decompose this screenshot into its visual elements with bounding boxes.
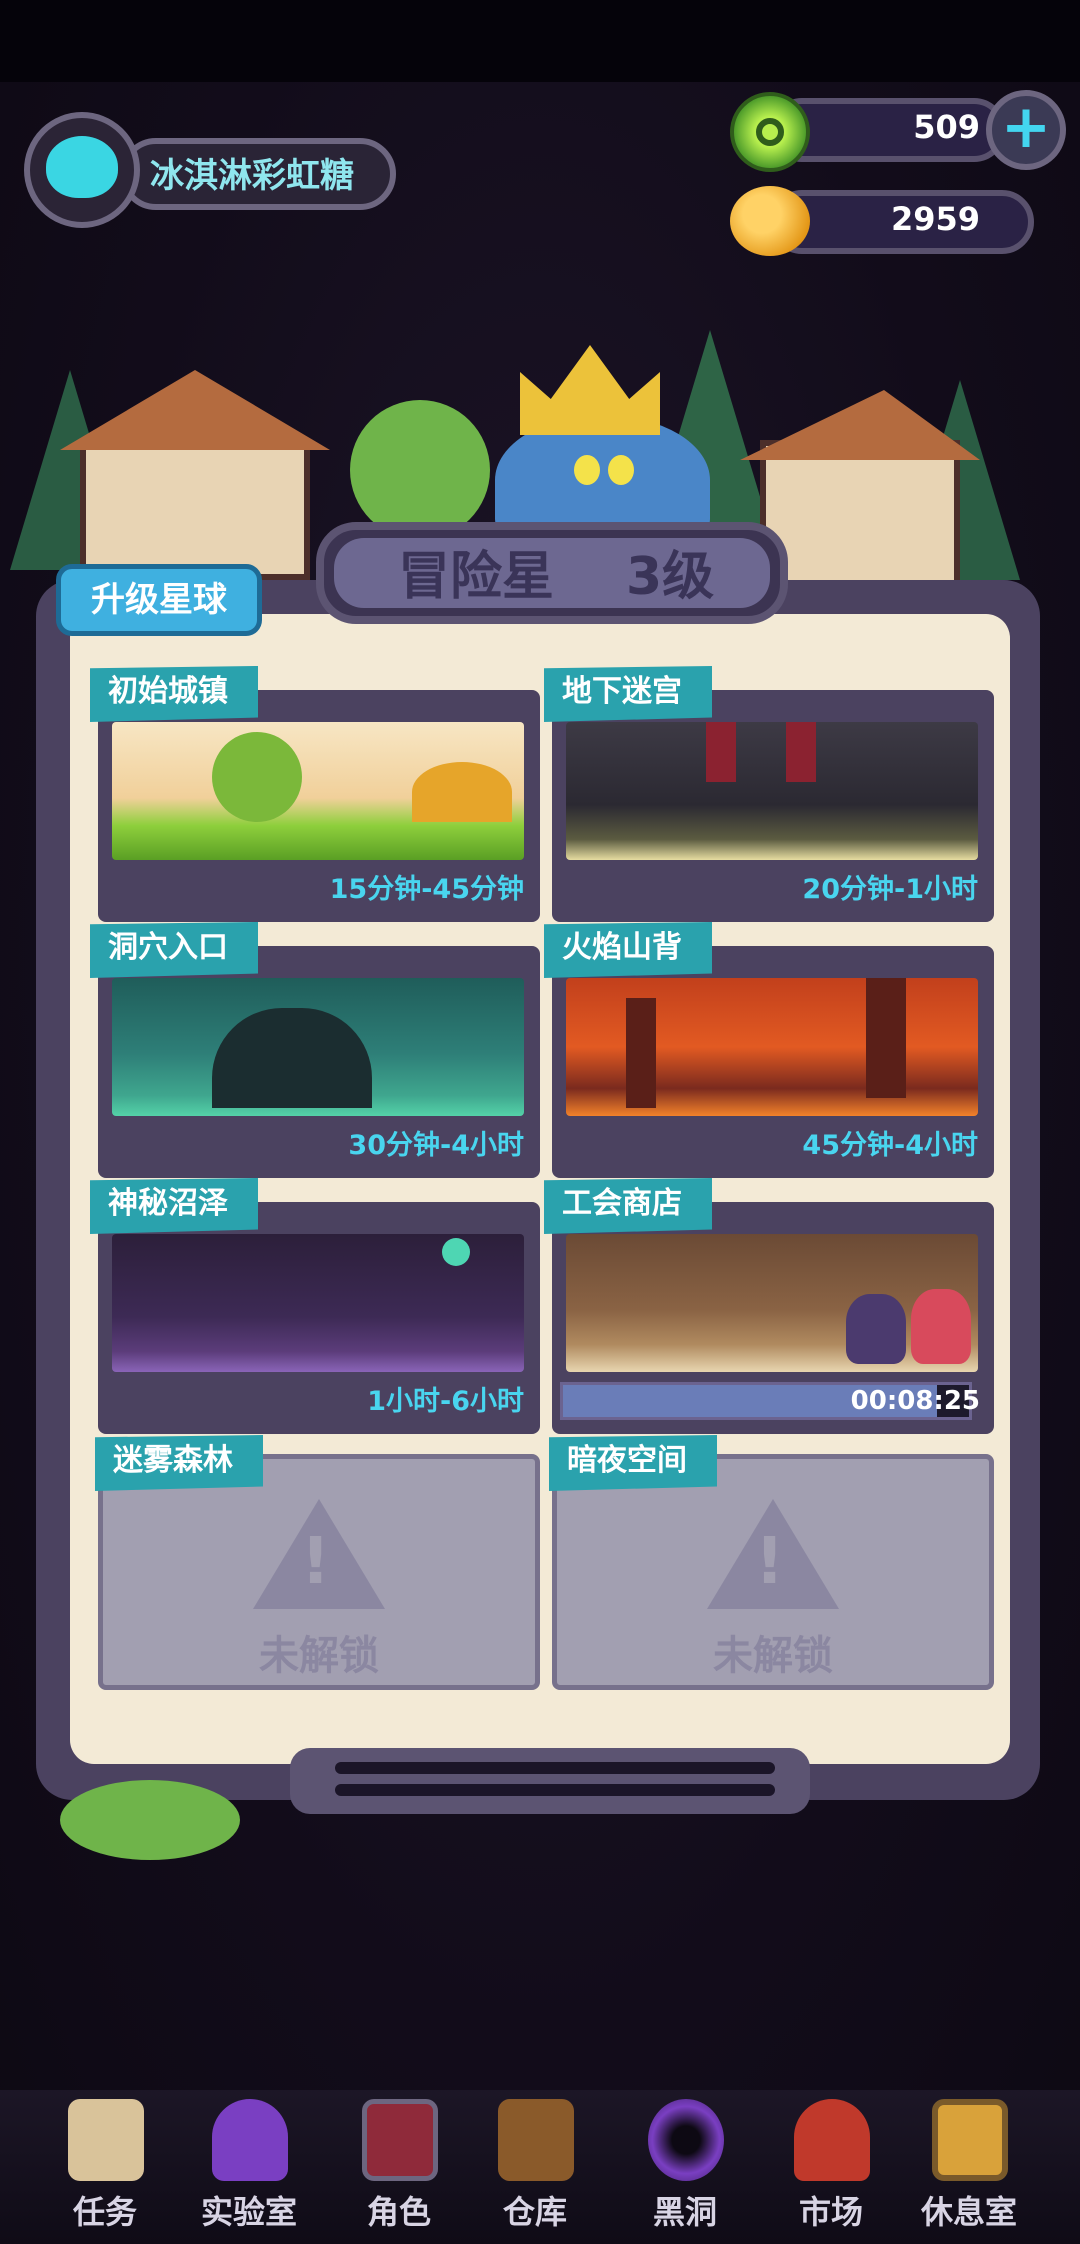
- nav-label: 实验室: [200, 2193, 297, 2231]
- gem-icon: [730, 92, 810, 172]
- bar-slot: [335, 1762, 775, 1774]
- nav-label: 仓库: [502, 2193, 567, 2231]
- area-name: 迷雾森林: [95, 1435, 263, 1491]
- lounge-icon: [932, 2099, 1008, 2181]
- wizard-character-icon: [911, 1289, 971, 1364]
- player-name: 冰淇淋彩虹糖: [150, 156, 354, 196]
- slime-eye-right: [608, 455, 634, 485]
- nav-tab-lounge[interactable]: 休息室: [904, 2095, 1034, 2244]
- nav-tab-market[interactable]: 市场: [766, 2095, 896, 2244]
- village-house-left: [80, 440, 310, 580]
- cave-icon: [212, 1008, 372, 1108]
- area-name: 地下迷宫: [544, 666, 712, 722]
- add-gems-button[interactable]: +: [986, 90, 1066, 170]
- quest-scroll-icon: [68, 2099, 144, 2181]
- status-bar: [0, 0, 1080, 82]
- coin-count: 2959: [890, 200, 980, 238]
- black-hole-icon: [648, 2099, 724, 2181]
- area-card-flame-ridge[interactable]: 火焰山背 45分钟-4小时: [544, 922, 994, 1178]
- planet-name: 冒险星: [398, 547, 555, 607]
- area-name: 工会商店: [544, 1178, 712, 1234]
- bar-slot: [335, 1784, 775, 1796]
- glow-orb-icon: [442, 1238, 470, 1266]
- nav-tab-character[interactable]: 角色: [334, 2095, 464, 2244]
- warning-mark: !: [301, 1525, 331, 1599]
- dead-tree-icon: [626, 998, 656, 1108]
- nav-tab-lab[interactable]: 实验室: [184, 2095, 314, 2244]
- area-name: 神秘沼泽: [90, 1178, 258, 1234]
- area-card-dark-space[interactable]: ! 未解锁 暗夜空间: [549, 1435, 994, 1690]
- hay-cart-icon: [412, 762, 512, 822]
- locked-label: 未解锁: [713, 1633, 833, 1679]
- market-icon: [794, 2099, 870, 2181]
- area-card-cave-entrance[interactable]: 洞穴入口 30分钟-4小时: [90, 922, 540, 1178]
- planet-level: 3级: [626, 547, 715, 607]
- banner-icon: [786, 722, 816, 782]
- slime-eye-left: [574, 455, 600, 485]
- locked-label: 未解锁: [259, 1633, 379, 1679]
- nav-label: 角色: [366, 2193, 431, 2231]
- warning-mark: !: [755, 1525, 785, 1599]
- cat-character-icon: [846, 1294, 906, 1364]
- area-duration: 45分钟-4小时: [802, 1130, 978, 1161]
- flame-ridge-image: [566, 978, 978, 1116]
- nav-label: 市场: [798, 2193, 863, 2231]
- starter-town-image: [112, 722, 524, 860]
- tree-icon: [212, 732, 302, 822]
- area-card-misty-forest[interactable]: ! 未解锁 迷雾森林: [95, 1435, 540, 1690]
- planet-coin-icon: [730, 186, 810, 256]
- gem-hole: [756, 118, 784, 146]
- area-card-mystic-swamp[interactable]: 神秘沼泽 1小时-6小时: [90, 1178, 540, 1434]
- area-name: 暗夜空间: [549, 1435, 717, 1491]
- area-duration: 1小时-6小时: [367, 1386, 524, 1417]
- bush: [350, 400, 490, 540]
- nav-tab-quests[interactable]: 任务: [40, 2095, 170, 2244]
- bush-bottom: [60, 1780, 240, 1860]
- mystic-swamp-image: [112, 1234, 524, 1372]
- avatar[interactable]: [24, 112, 140, 228]
- nav-tab-storage[interactable]: 仓库: [470, 2095, 600, 2244]
- area-name: 火焰山背: [544, 922, 712, 978]
- guild-shop-image: [566, 1234, 978, 1372]
- underground-maze-image: [566, 722, 978, 860]
- area-card-starter-town[interactable]: 初始城镇 15分钟-45分钟: [90, 666, 540, 922]
- nav-label: 任务: [72, 2193, 137, 2231]
- village-house-right: [760, 440, 960, 590]
- area-card-underground-maze[interactable]: 地下迷宫 20分钟-1小时: [544, 666, 994, 922]
- character-portrait-icon: [362, 2099, 438, 2181]
- storage-chest-icon: [498, 2099, 574, 2181]
- board-bottom-bar: [290, 1748, 810, 1814]
- lab-jar-icon: [212, 2099, 288, 2181]
- nav-tab-black-hole[interactable]: 黑洞: [620, 2095, 750, 2244]
- area-name: 初始城镇: [90, 666, 258, 722]
- area-duration: 30分钟-4小时: [348, 1130, 524, 1161]
- area-name: 洞穴入口: [90, 922, 258, 978]
- area-duration: 20分钟-1小时: [802, 874, 978, 905]
- nav-label: 黑洞: [652, 2193, 717, 2231]
- dead-tree-icon: [866, 978, 906, 1098]
- upgrade-planet-button[interactable]: 升级星球: [56, 564, 262, 636]
- cave-entrance-image: [112, 978, 524, 1116]
- nav-label: 休息室: [920, 2193, 1017, 2231]
- exploration-timer: 00:08:25: [850, 1386, 980, 1416]
- gem-count: 509: [913, 108, 980, 146]
- cat-avatar-icon: [46, 136, 118, 198]
- area-card-guild-shop[interactable]: 工会商店 00:08:25: [544, 1178, 994, 1434]
- area-duration: 15分钟-45分钟: [329, 874, 524, 905]
- banner-icon: [706, 722, 736, 782]
